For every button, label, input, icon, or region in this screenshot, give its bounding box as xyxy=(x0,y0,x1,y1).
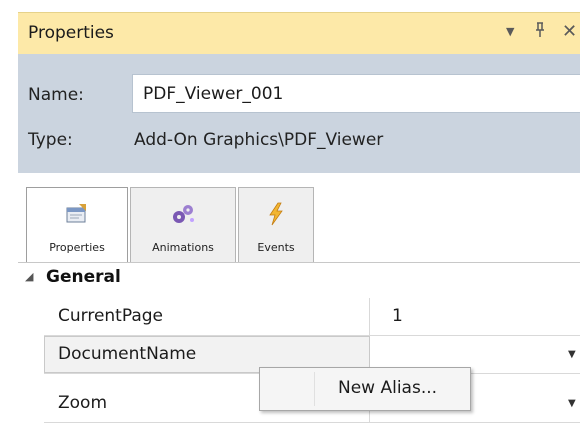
dropdown-arrow-icon[interactable]: ▼ xyxy=(568,398,576,409)
close-icon[interactable]: ✕ xyxy=(562,21,577,42)
panel-title: Properties xyxy=(28,23,114,43)
collapse-triangle-icon[interactable]: ◢ xyxy=(25,270,33,283)
tab-events[interactable]: Events xyxy=(238,187,314,263)
tab-properties[interactable]: Properties xyxy=(26,187,128,263)
property-value[interactable]: 1 xyxy=(392,306,403,326)
tab-animations-label: Animations xyxy=(152,241,214,254)
type-value: Add-On Graphics\PDF_Viewer xyxy=(134,130,384,150)
animations-icon xyxy=(131,202,235,226)
menu-item-label: New Alias... xyxy=(338,378,438,398)
property-name: Zoom xyxy=(58,393,108,413)
pin-icon[interactable] xyxy=(534,22,546,42)
tab-events-label: Events xyxy=(257,241,295,254)
properties-icon xyxy=(27,202,127,226)
tab-properties-label: Properties xyxy=(49,241,105,254)
dropdown-arrow-icon[interactable]: ▼ xyxy=(568,349,576,360)
name-label: Name: xyxy=(28,85,84,105)
name-field[interactable] xyxy=(132,74,580,113)
context-menu: New Alias... xyxy=(259,367,471,411)
properties-panel: Properties ▼ ✕ Name: Type: Add-On Graphi… xyxy=(18,0,580,423)
panel-titlebar[interactable]: Properties ▼ ✕ xyxy=(18,12,580,55)
property-name: CurrentPage xyxy=(58,306,164,326)
tab-animations[interactable]: Animations xyxy=(130,187,236,263)
type-label: Type: xyxy=(28,130,73,150)
object-header: Name: Type: Add-On Graphics\PDF_Viewer xyxy=(18,54,580,173)
dropdown-icon[interactable]: ▼ xyxy=(506,25,514,38)
menu-item-new-alias[interactable]: New Alias... xyxy=(260,368,470,410)
property-name: DocumentName xyxy=(58,344,197,364)
events-icon xyxy=(239,202,313,226)
property-row-currentpage[interactable]: CurrentPage 1 xyxy=(44,298,580,336)
category-general[interactable]: ◢ General xyxy=(18,263,580,296)
category-label: General xyxy=(46,267,121,287)
tab-strip: Properties Animations Events xyxy=(18,173,580,263)
